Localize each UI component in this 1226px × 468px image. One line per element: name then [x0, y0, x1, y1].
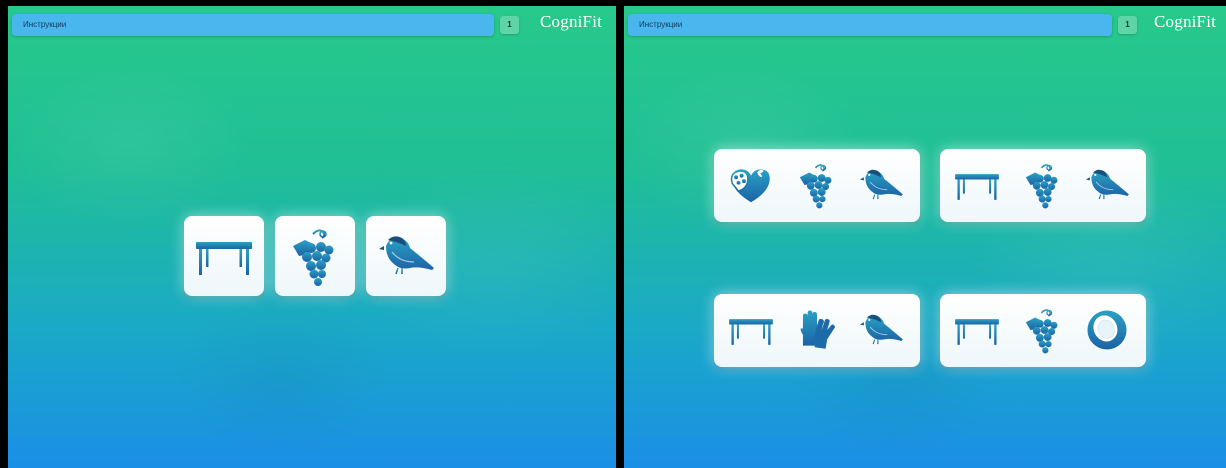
game-screen-left: Инструкции 1 CogniFit [8, 6, 616, 468]
answer-option-4[interactable] [940, 294, 1146, 367]
answer-option-1[interactable] [714, 149, 920, 222]
sparrow-icon [856, 160, 906, 210]
grapes-icon [792, 160, 842, 210]
item-card-sparrow[interactable] [366, 216, 446, 296]
level-counter: 1 [1118, 16, 1137, 34]
item-card-table[interactable] [184, 216, 264, 296]
cognifit-logo: CogniFit [540, 12, 603, 31]
coconut-icon [1082, 305, 1132, 355]
answer-option-2[interactable] [940, 149, 1146, 222]
sparrow-icon [856, 305, 906, 355]
table-icon [952, 160, 1002, 210]
instructions-button[interactable]: Инструкции [628, 14, 1112, 36]
game-screen-right: Инструкции 1 CogniFit [624, 6, 1226, 468]
instructions-button[interactable]: Инструкции [12, 14, 494, 36]
table-icon [952, 305, 1002, 355]
gloves-icon [792, 305, 842, 355]
grapes-icon [1018, 160, 1068, 210]
table-icon [726, 305, 776, 355]
table-icon [192, 224, 256, 288]
level-counter: 1 [500, 16, 519, 34]
grapes-icon [1018, 305, 1068, 355]
sparrow-icon [1082, 160, 1132, 210]
grapes-icon [283, 224, 347, 288]
answer-option-3[interactable] [714, 294, 920, 367]
heart-chocolate-box-icon [726, 160, 776, 210]
item-card-grapes[interactable] [275, 216, 355, 296]
cognifit-logo: CogniFit [1154, 12, 1217, 31]
sparrow-icon [374, 224, 438, 288]
